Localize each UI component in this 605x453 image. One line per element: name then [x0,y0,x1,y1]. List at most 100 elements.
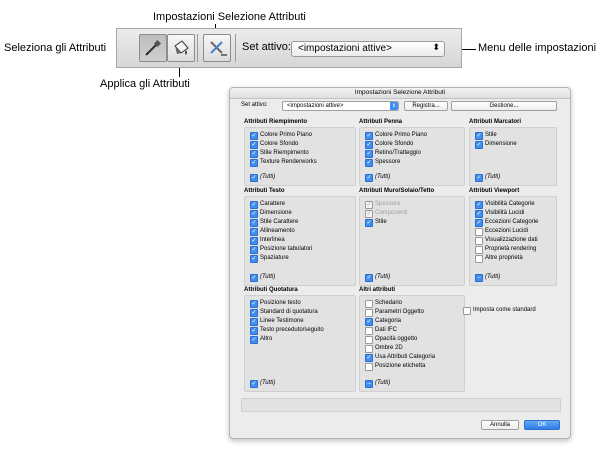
checkbox-label: Interlinea [260,237,285,243]
checkbox-mixed-icon: – [475,274,483,282]
settings-tools-icon [210,41,227,56]
checkbox-label: (Tutti) [260,174,276,180]
checkbox-label: Colore Primo Piano [375,132,428,138]
checkbox-label: Retino/Tratteggio [375,150,421,156]
checkbox-label: Texture Renderworks [260,159,317,165]
checkbox-checked-icon: ✓ [365,141,373,149]
checkbox-empty-icon [365,345,373,353]
register-button[interactable]: Registra... [404,101,448,111]
checkbox-checked-icon: ✓ [250,246,258,254]
checkbox-checked-icon: ✓ [250,255,258,263]
checkbox-checked-icon: ✓ [475,210,483,218]
checkbox-checked-icon: ✓ [250,159,258,167]
dialog-set-value: <impostazioni attive> [287,103,344,109]
dialog-title: Impostazioni Selezione Attributi [230,88,570,99]
checkbox-label: Eccezioni Categorie [485,219,539,225]
checkbox-checked-icon: ✓ [250,210,258,218]
checkbox-checked-icon: ✓ [475,174,483,182]
checkbox-label: Proprietà rendering [485,246,537,252]
manage-button[interactable]: Gestione... [451,101,557,111]
callout-apply-attributes: Applica gli Attributi [100,78,190,90]
checkbox-checked-icon: ✓ [365,210,373,218]
group-box: ✓ Carattere ✓ Dimensione ✓ Stile Carattere ✓ Al… [244,196,356,286]
group-title: Attributi Marcatori [469,119,522,125]
checkbox-label: Spessore [375,159,401,165]
group-title: Attributi Quotatura [244,287,298,293]
checkbox-label: Colore Sfondo [260,141,299,147]
checkbox-label: Visualizzazione dati [485,237,538,243]
checkbox-checked-icon: ✓ [250,336,258,344]
checkbox-label: Stile Carattere [260,219,299,225]
checkbox-checked-icon: ✓ [475,141,483,149]
checkbox-label: Colore Primo Piano [260,132,313,138]
checkbox-label: Carattere [260,201,286,207]
toolbar-separator [197,34,198,62]
group-title: Attributi Riempimento [244,119,307,125]
checkbox-checked-icon: ✓ [365,159,373,167]
checkbox-label: Stile Riempimento [260,150,309,156]
checkbox-checked-icon: ✓ [250,318,258,326]
checkbox-empty-icon [475,246,483,254]
checkbox-checked-icon: ✓ [475,132,483,140]
checkbox-checked-icon: ✓ [250,132,258,140]
checkbox-checked-icon: ✓ [250,150,258,158]
checkbox-label: Dimensione [485,141,517,147]
select-attributes-button[interactable] [139,34,167,62]
checkbox-mixed-icon: – [365,380,373,388]
checkbox-label: (Tutti) [260,380,276,386]
checkbox-checked-icon: ✓ [365,274,373,282]
checkbox-label: Visibilità Categorie [485,201,535,207]
checkbox-empty-icon [475,255,483,263]
checkbox-label: Opacità oggetto [375,336,418,342]
status-area [241,398,561,412]
callout-settings-menu: Menu delle impostazioni [478,42,597,54]
ok-button[interactable]: OK [524,420,560,430]
checkbox-checked-icon: ✓ [365,150,373,158]
checkbox-checked-icon: ✓ [250,141,258,149]
checkbox-checked-icon: ✓ [250,228,258,236]
checkbox-checked-icon: ✓ [365,201,373,209]
checkbox-label: Eccezioni Lucidi [485,228,529,234]
checkbox-checked-icon: ✓ [365,132,373,140]
group-title: Attributi Muro/Solaio/Tetto [359,188,435,194]
checkbox-checked-icon: ✓ [365,219,373,227]
checkbox-icon [463,307,471,315]
checkbox-empty-icon [475,228,483,236]
chevron-updown-icon: ⇕ [390,102,398,110]
checkbox-checked-icon: ✓ [250,380,258,388]
checkbox-checked-icon: ✓ [250,327,258,335]
checkbox-checked-icon: ✓ [250,274,258,282]
checkbox-label: Visibilità Lucidi [485,210,525,216]
checkbox-label: Dimensione [260,210,292,216]
dialog-set-dropdown[interactable]: <impostazioni attive> ⇕ [282,101,399,111]
checkbox-checked-icon: ✓ [250,300,258,308]
checkbox-label: Testo preceduto/seguito [260,327,324,333]
checkbox-label: Parametri Oggetto [375,309,425,315]
checkbox-label: (Tutti) [375,274,391,280]
cancel-button[interactable]: Annulla [481,420,519,430]
checkbox-empty-icon [365,363,373,371]
dialog-set-label: Set attivo: [241,102,268,108]
checkbox-label: Dati IFC [375,327,398,333]
active-set-dropdown[interactable]: <impostazioni attive> ⬍ [291,41,445,57]
checkbox-label: Spaziature [260,255,289,261]
callout-select-attributes: Seleziona gli Attributi [4,42,107,54]
checkbox-label: Categoria [375,318,402,324]
checkbox-checked-icon: ✓ [365,318,373,326]
checkbox-label: Ombre 2D [375,345,403,351]
group-box: ✓ Spessore ✓ Componenti ✓ Stile ✓ (Tutti) [359,196,465,286]
callout-settings: Impostazioni Selezione Attributi [153,11,306,23]
checkbox-empty-icon [365,309,373,317]
group-box: ✓ Stile ✓ Dimensione ✓ (Tutti) [469,127,557,186]
group-title: Altri attributi [359,287,395,293]
checkbox-label: Stile [485,132,497,138]
group-title: Attributi Testo [244,188,285,194]
checkbox-label: Altre proprietà [485,255,523,261]
attribute-settings-button[interactable] [203,34,231,62]
checkbox-checked-icon: ✓ [475,201,483,209]
apply-attributes-button[interactable] [167,34,195,62]
checkbox-label: Spessore [375,201,401,207]
checkbox-label: Posizione etichetta [375,363,426,369]
checkbox-empty-icon [365,327,373,335]
group-title: Attributi Viewport [469,188,520,194]
